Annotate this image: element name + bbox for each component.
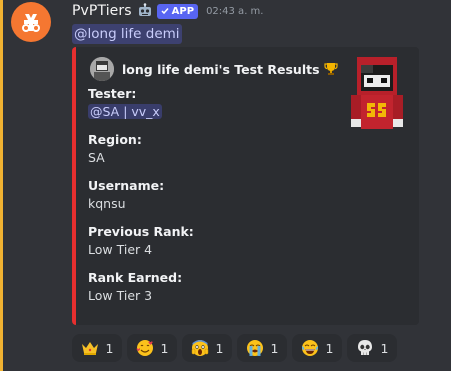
pvptiers-logo-icon [22, 14, 40, 32]
reaction-count: 1 [270, 340, 279, 356]
tester-mention[interactable]: @SA | vv_x [88, 104, 162, 119]
field-username-name: Username: [88, 178, 165, 193]
author-avatar[interactable] [90, 57, 114, 81]
embed-fields: Tester: @SA | vv_x Region: SA Username: … [88, 85, 328, 315]
tears-of-joy-icon [301, 339, 319, 357]
reaction-tears-of-joy[interactable]: 1 [292, 334, 342, 362]
user-mention[interactable]: @long life demi [72, 24, 182, 44]
field-region-value: SA [88, 150, 105, 165]
smiling-face-with-hearts-icon [136, 339, 154, 357]
reaction-loudly-crying[interactable]: 1 [237, 334, 287, 362]
loudly-crying-face-icon [246, 339, 264, 357]
embed-thumbnail-skin[interactable] [347, 55, 407, 135]
reaction-count: 1 [380, 340, 389, 356]
reaction-count: 1 [160, 340, 169, 356]
reaction-crown[interactable]: 1 [72, 334, 122, 362]
field-username: Username: kqnsu [88, 177, 328, 213]
message-timestamp[interactable]: 02:43 a. m. [206, 6, 263, 17]
app-badge: APP [156, 3, 199, 19]
field-tester-name: Tester: [88, 86, 137, 101]
reactions-bar: 1 1 1 1 1 1 [72, 334, 397, 362]
field-region-name: Region: [88, 132, 142, 147]
reaction-screaming[interactable]: 1 [182, 334, 232, 362]
field-tester: Tester: @SA | vv_x [88, 85, 328, 121]
embed-author: long life demi's Test Results [90, 57, 338, 81]
bot-avatar[interactable] [11, 2, 51, 42]
skull-emoji-icon [356, 339, 374, 357]
reaction-count: 1 [105, 340, 114, 356]
bot-username[interactable]: PvPTiers [72, 3, 132, 19]
trophy-icon [323, 62, 338, 76]
field-region: Region: SA [88, 131, 328, 167]
field-rank-earned: Rank Earned: Low Tier 3 [88, 269, 328, 305]
reaction-count: 1 [215, 340, 224, 356]
field-previous-rank-value: Low Tier 4 [88, 242, 153, 257]
field-previous-rank-name: Previous Rank: [88, 224, 194, 239]
embed-author-name: long life demi's Test Results [122, 61, 320, 77]
robot-icon [137, 3, 153, 19]
mention-highlight-bar [0, 0, 3, 371]
message-content: @long life demi [72, 23, 182, 44]
reaction-smiling-hearts[interactable]: 1 [127, 334, 177, 362]
reaction-skull[interactable]: 1 [347, 334, 397, 362]
result-embed: long life demi's Test Results Tester: @S… [72, 47, 419, 325]
screaming-face-icon [191, 339, 209, 357]
app-badge-label: APP [171, 5, 195, 17]
field-rank-earned-name: Rank Earned: [88, 270, 183, 285]
crown-emoji-icon [81, 339, 99, 357]
message-header: PvPTiers APP 02:43 a. m. [72, 1, 263, 21]
field-rank-earned-value: Low Tier 3 [88, 288, 153, 303]
field-previous-rank: Previous Rank: Low Tier 4 [88, 223, 328, 259]
checkmark-icon [161, 8, 169, 15]
reaction-count: 1 [325, 340, 334, 356]
field-username-value: kqnsu [88, 196, 126, 211]
